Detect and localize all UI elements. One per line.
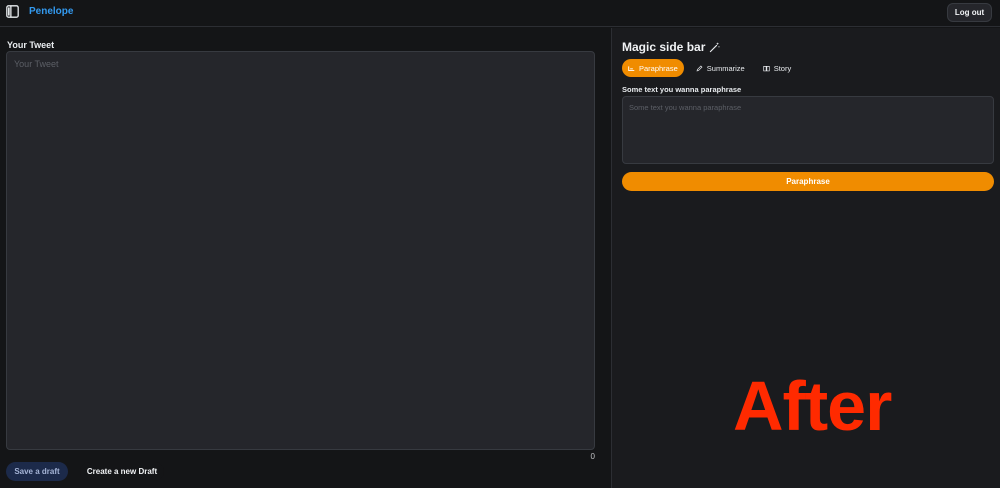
paraphrase-input[interactable]	[622, 96, 994, 164]
paraphrase-button[interactable]: Paraphrase	[622, 172, 994, 191]
brand-name[interactable]: Penelope	[29, 6, 73, 17]
after-overlay-text: After	[733, 367, 892, 445]
logout-button[interactable]: Log out	[947, 3, 992, 22]
tab-summarize-label: Summarize	[706, 63, 745, 73]
tab-paraphrase[interactable]: Paraphrase	[622, 59, 684, 77]
tab-paraphrase-label: Paraphrase	[639, 63, 678, 73]
app-header: Penelope Log out	[0, 0, 1000, 27]
book-icon	[763, 65, 770, 71]
tab-summarize[interactable]: Summarize	[690, 59, 751, 77]
sidebar-layout-icon[interactable]	[6, 5, 19, 18]
tweet-input[interactable]	[6, 51, 595, 450]
create-new-draft-button[interactable]: Create a new Draft	[80, 462, 164, 481]
tab-story-label: Story	[773, 63, 792, 73]
pencil-icon	[696, 65, 703, 71]
magic-wand-icon	[710, 42, 720, 52]
paraphrase-input-label: Some text you wanna paraphrase	[622, 85, 742, 94]
tab-story[interactable]: Story	[757, 59, 798, 77]
char-count: 0	[590, 452, 595, 461]
tweet-label: Your Tweet	[7, 40, 55, 50]
save-draft-button[interactable]: Save a draft	[6, 462, 68, 481]
tweet-editor-panel: Your Tweet 0 Save a draft Create a new D…	[0, 28, 611, 488]
sidebar-tabs: Paraphrase Summarize Story	[622, 59, 797, 77]
sidebar-title: Magic side bar	[622, 40, 720, 54]
sidebar-title-text: Magic side bar	[622, 40, 706, 54]
paraphrase-icon	[628, 65, 635, 71]
